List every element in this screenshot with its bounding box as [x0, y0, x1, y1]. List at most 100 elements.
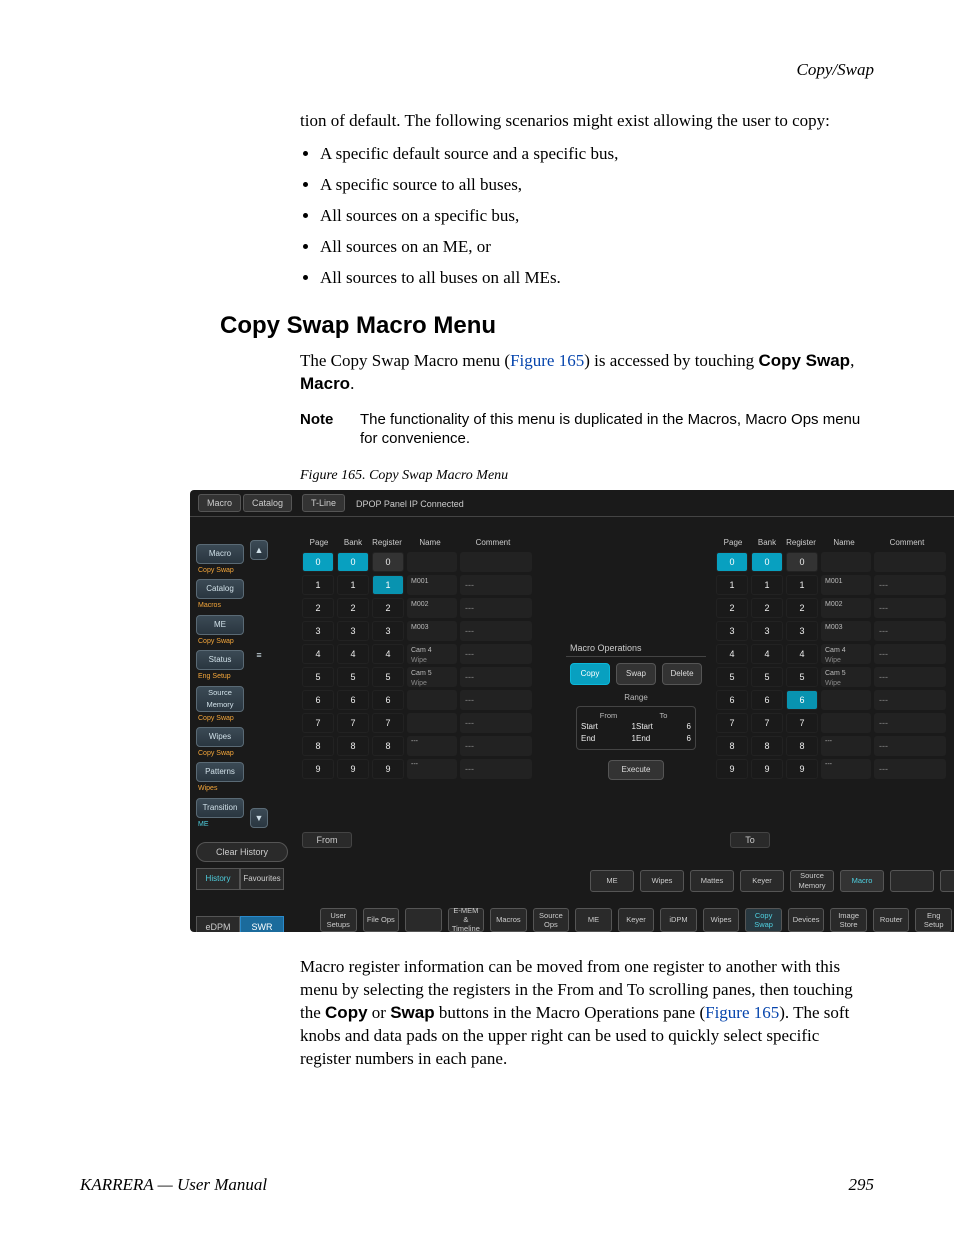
sidebar-item-patterns[interactable]: Patterns: [196, 762, 244, 782]
sidebar-item-me[interactable]: ME: [196, 615, 244, 635]
cat-me[interactable]: ME: [590, 870, 634, 892]
cell[interactable]: 9: [786, 759, 818, 779]
cell[interactable]: 2: [372, 598, 404, 618]
cell[interactable]: 4: [372, 644, 404, 664]
cell[interactable]: 3: [372, 621, 404, 641]
cell[interactable]: 5: [337, 667, 369, 687]
cell[interactable]: ---: [460, 713, 532, 733]
nav-wipes[interactable]: Wipes: [703, 908, 740, 932]
cell[interactable]: 4: [751, 644, 783, 664]
cell[interactable]: 5: [372, 667, 404, 687]
cell[interactable]: 7: [716, 713, 748, 733]
cell[interactable]: ---: [874, 759, 946, 779]
cell[interactable]: 2: [337, 598, 369, 618]
cell[interactable]: [821, 690, 871, 710]
cell[interactable]: ---: [821, 736, 871, 756]
cell[interactable]: 1: [751, 575, 783, 595]
cell[interactable]: [407, 690, 457, 710]
cell[interactable]: 4: [786, 644, 818, 664]
nav-keyer[interactable]: Keyer: [618, 908, 655, 932]
cell[interactable]: M003: [407, 621, 457, 641]
cell[interactable]: 0: [372, 552, 404, 572]
cell[interactable]: ---: [874, 713, 946, 733]
cell[interactable]: [874, 552, 946, 572]
cell[interactable]: 3: [716, 621, 748, 641]
cell[interactable]: 6: [716, 690, 748, 710]
cell[interactable]: 2: [786, 598, 818, 618]
nav-eng-setup[interactable]: Eng Setup: [915, 908, 952, 932]
cell[interactable]: ---: [874, 644, 946, 664]
cell[interactable]: ---: [407, 759, 457, 779]
sidebar-item-catalog[interactable]: Catalog: [196, 579, 244, 599]
sidebar-item-status[interactable]: Status: [196, 650, 244, 670]
nav-copy-swap[interactable]: Copy Swap: [745, 908, 782, 932]
cell[interactable]: 9: [751, 759, 783, 779]
cell[interactable]: M001: [407, 575, 457, 595]
cell[interactable]: 7: [302, 713, 334, 733]
cell[interactable]: 6: [751, 690, 783, 710]
cell[interactable]: 3: [786, 621, 818, 641]
cell[interactable]: 8: [751, 736, 783, 756]
cell[interactable]: 9: [372, 759, 404, 779]
cat-source-memory[interactable]: Source Memory: [790, 870, 834, 892]
cell[interactable]: [407, 552, 457, 572]
cell[interactable]: ---: [460, 644, 532, 664]
nav-router[interactable]: Router: [873, 908, 910, 932]
cell[interactable]: Cam 4Wipe: [407, 644, 457, 664]
delete-button[interactable]: Delete: [662, 663, 702, 685]
cat-wipes[interactable]: Wipes: [640, 870, 684, 892]
cat-empty[interactable]: [940, 870, 954, 892]
cell[interactable]: ---: [460, 736, 532, 756]
cell[interactable]: ---: [460, 575, 532, 595]
cat-mattes[interactable]: Mattes: [690, 870, 734, 892]
cell[interactable]: ---: [874, 667, 946, 687]
value[interactable]: 6: [687, 734, 691, 745]
cell[interactable]: 7: [337, 713, 369, 733]
scroll-down-icon[interactable]: ▼: [250, 808, 268, 828]
nav-file-ops[interactable]: File Ops: [363, 908, 400, 932]
figure-xref[interactable]: Figure 165: [705, 1003, 779, 1022]
sidebar-item-wipes[interactable]: Wipes: [196, 727, 244, 747]
tab-macro[interactable]: Macro: [198, 494, 241, 512]
mode-edpm-button[interactable]: eDPM: [196, 916, 240, 932]
cell[interactable]: [821, 552, 871, 572]
cell[interactable]: 0: [786, 552, 818, 572]
clear-history-button[interactable]: Clear History: [196, 842, 288, 862]
execute-button[interactable]: Execute: [608, 760, 664, 780]
cell[interactable]: ---: [874, 621, 946, 641]
cell[interactable]: [821, 713, 871, 733]
cell[interactable]: 1: [786, 575, 818, 595]
cell[interactable]: ---: [460, 598, 532, 618]
cell[interactable]: 3: [337, 621, 369, 641]
cell[interactable]: 5: [302, 667, 334, 687]
sidebar-item-macro[interactable]: Macro: [196, 544, 244, 564]
nav-macros[interactable]: Macros: [490, 908, 527, 932]
nav-devices[interactable]: Devices: [788, 908, 825, 932]
cell[interactable]: [407, 713, 457, 733]
cell[interactable]: M002: [821, 598, 871, 618]
cell[interactable]: M001: [821, 575, 871, 595]
cell[interactable]: ---: [460, 759, 532, 779]
cell[interactable]: 2: [302, 598, 334, 618]
cell[interactable]: Cam 4Wipe: [821, 644, 871, 664]
cell[interactable]: 5: [751, 667, 783, 687]
nav-emem-timeline[interactable]: E-MEM & Timeline: [448, 908, 485, 932]
cell[interactable]: 8: [716, 736, 748, 756]
cell[interactable]: 6: [786, 690, 818, 710]
cell[interactable]: 1: [716, 575, 748, 595]
cell[interactable]: 5: [786, 667, 818, 687]
menu-icon[interactable]: ≡: [252, 648, 266, 662]
tab-favourites[interactable]: Favourites: [240, 868, 284, 890]
cell[interactable]: 8: [337, 736, 369, 756]
cell[interactable]: 7: [786, 713, 818, 733]
cell[interactable]: ---: [460, 621, 532, 641]
cell[interactable]: 6: [372, 690, 404, 710]
cell[interactable]: [460, 552, 532, 572]
tab-tline[interactable]: T-Line: [302, 494, 345, 512]
cell[interactable]: 3: [302, 621, 334, 641]
cell[interactable]: 6: [337, 690, 369, 710]
cell[interactable]: ---: [874, 690, 946, 710]
cell[interactable]: 8: [302, 736, 334, 756]
value[interactable]: 6: [687, 722, 691, 733]
cell[interactable]: 1: [337, 575, 369, 595]
